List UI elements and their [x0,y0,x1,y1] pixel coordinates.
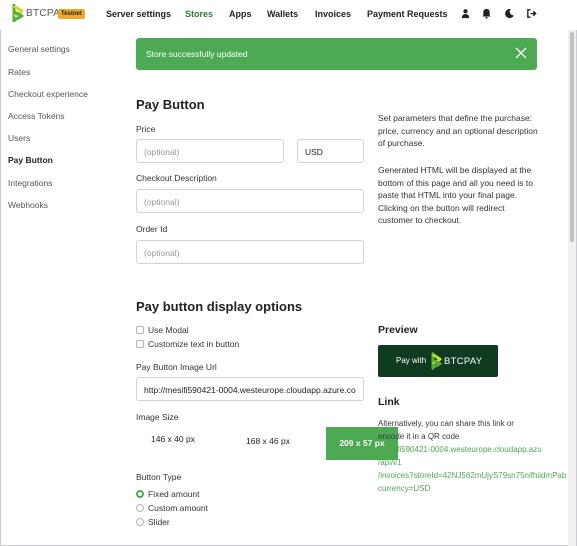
sidebar-item-rates[interactable]: Rates [8,67,30,77]
checkout-description-label: Checkout Description [136,173,217,183]
nav-apps[interactable]: Apps [229,9,252,19]
sidebar-item-general-settings[interactable]: General settings [8,44,70,54]
size-option-168x46[interactable]: 168 x 46 px [246,436,290,446]
alert-message: Store successfully updated [146,49,248,59]
link-description-line-2: encode it in a QR code [378,432,460,441]
page-title: Pay Button [136,97,205,112]
fixed-amount-label: Fixed amount [148,489,200,499]
sidebar-item-access-tokens[interactable]: Access Tokens [8,111,65,121]
currency-input[interactable]: USD [297,139,364,163]
btcpay-button-logo: BTCPAY [431,352,482,370]
bell-icon[interactable] [481,8,492,19]
nav-payment-requests[interactable]: Payment Requests [367,9,448,19]
invoice-link-line-1[interactable]: /mesifi590421-0004.westeurope.cloudapp.a… [378,444,542,457]
slider-radio[interactable] [136,518,144,526]
nav-stores[interactable]: Stores [185,9,213,19]
customize-text-checkbox[interactable] [136,340,144,348]
checkout-description-input[interactable]: (optional) [136,189,364,213]
image-url-label: Pay Button Image Url [136,362,217,372]
link-title: Link [378,396,400,408]
scrollbar-thumb[interactable] [570,32,574,242]
button-type-label: Button Type [136,472,182,482]
image-size-label: Image Size [136,412,179,422]
preview-title: Preview [378,324,418,336]
help-text-parameters: Set parameters that define the purchase:… [378,113,538,149]
vertical-scrollbar[interactable] [568,30,576,546]
size-option-146x40[interactable]: 146 x 40 px [151,434,195,444]
window-frame [0,0,577,546]
sidebar-item-webhooks[interactable]: Webhooks [8,200,48,210]
nav-invoices[interactable]: Invoices [315,9,351,19]
top-navbar: BTCPAY Testnet Server settings Stores Ap… [0,0,577,30]
btcpay-logo-icon [431,352,442,370]
image-url-input[interactable]: http://mesifi590421-0004.westeurope.clou… [136,377,364,401]
pay-with-btcpay-button[interactable]: Pay with BTCPAY [378,345,498,377]
slider-label: Slider [148,517,170,527]
fixed-amount-radio[interactable] [136,490,144,498]
invoice-link-line-3[interactable]: /invoices?storeId=42NJ562mUjyS79sn75nifh… [378,470,566,483]
customize-text-label: Customize text in button [148,339,240,349]
invoice-link-line-4[interactable]: currency=USD [378,483,430,496]
sidebar-item-pay-button[interactable]: Pay Button [8,155,53,165]
btcpay-logo-icon [12,4,24,22]
link-description-line-1: Alternatively, you can share this link o… [378,419,514,428]
sidebar-item-users[interactable]: Users [8,133,30,143]
price-label: Price [136,124,156,134]
pay-button-brand: BTCPAY [444,355,483,367]
custom-amount-label: Custom amount [148,503,208,513]
pay-with-label: Pay with [396,356,427,365]
testnet-badge: Testnet [58,9,85,19]
logout-icon[interactable] [526,8,537,19]
sidebar-item-checkout-experience[interactable]: Checkout experience [8,89,88,99]
moon-icon[interactable] [504,8,515,19]
nav-wallets[interactable]: Wallets [267,9,298,19]
order-id-label: Order Id [136,224,168,234]
close-icon[interactable] [515,47,527,59]
custom-amount-radio[interactable] [136,504,144,512]
display-options-title: Pay button display options [136,299,303,314]
help-text-generated-html: Generated HTML will be displayed at the … [378,165,533,226]
use-modal-checkbox[interactable] [136,326,144,334]
user-icon[interactable] [460,8,471,19]
success-alert: Store successfully updated [136,38,537,70]
invoice-link-line-2[interactable]: /api/v1 [378,457,402,470]
nav-server-settings[interactable]: Server settings [106,9,171,19]
use-modal-label: Use Modal [148,325,189,335]
price-input[interactable]: (optional) [136,139,284,163]
sidebar-item-integrations[interactable]: Integrations [8,178,52,188]
order-id-input[interactable]: (optional) [136,240,364,264]
